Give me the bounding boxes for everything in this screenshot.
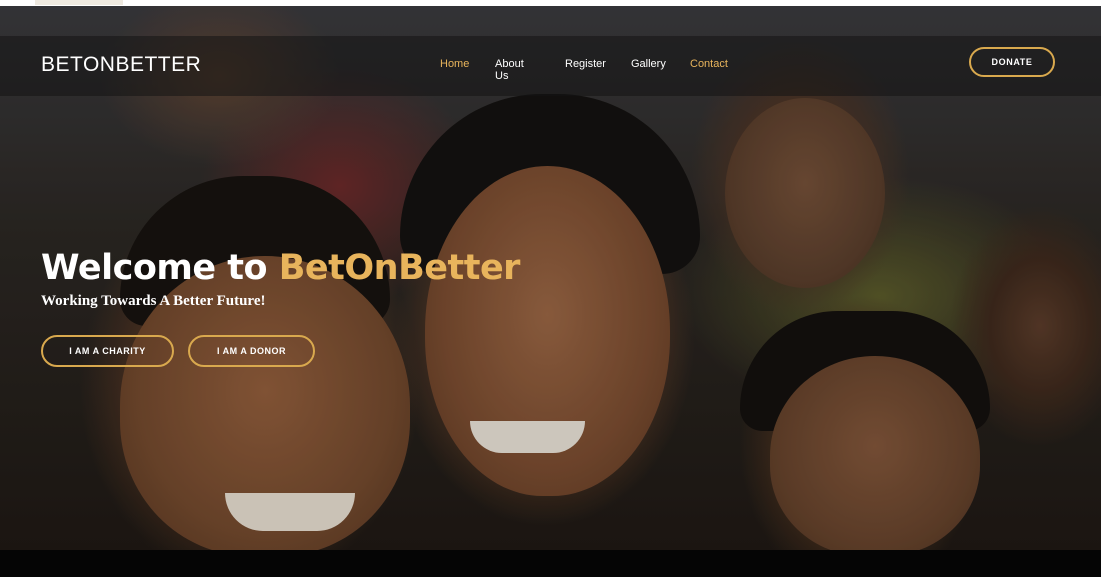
page-frame: BETONBETTER Home About Us Register Galle… [0,6,1101,577]
site-logo[interactable]: BETONBETTER [41,53,201,77]
nav-link-contact[interactable]: Contact [690,58,728,70]
i-am-a-charity-button[interactable]: I AM A CHARITY [41,335,174,367]
hero-heading-prefix: Welcome to [41,248,268,288]
donate-button[interactable]: DONATE [969,47,1055,77]
hero-heading-brand: BetOnBetter [278,248,521,288]
nav-link-register[interactable]: Register [565,58,606,70]
nav-link-home[interactable]: Home [440,58,469,70]
i-am-a-donor-button[interactable]: I AM A DONOR [188,335,315,367]
top-navigation-bar: BETONBETTER Home About Us Register Galle… [0,36,1101,96]
top-left-tab [35,0,123,5]
nav-link-about-us[interactable]: About Us [495,58,524,82]
hero-heading: Welcome to BetOnBetter [41,248,520,288]
nav-link-gallery[interactable]: Gallery [631,58,666,70]
hero-background-photo: BETONBETTER Home About Us Register Galle… [0,6,1101,550]
hero-tagline: Working Towards A Better Future! [41,293,266,309]
bottom-strip [0,550,1101,577]
